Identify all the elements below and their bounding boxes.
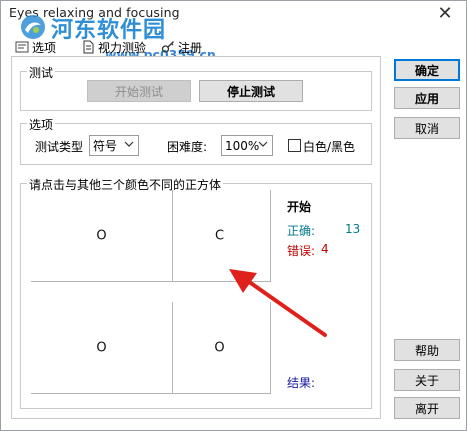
tab-vision-test[interactable]: 视力测验 [81, 38, 146, 56]
annotation-arrow-icon [229, 269, 327, 337]
tab-register[interactable]: 注册 [161, 38, 202, 56]
difficulty-value: 100% [225, 138, 260, 153]
tab-options[interactable]: 选项 [15, 38, 56, 56]
stop-test-button[interactable]: 停止测试 [199, 80, 303, 102]
document-icon [83, 40, 94, 54]
correct-label: 正确: [287, 224, 316, 238]
ok-button[interactable]: 确定 [394, 59, 460, 81]
chevron-down-icon [124, 141, 134, 147]
wrong-label: 错误: [287, 244, 316, 258]
test-type-label: 测试类型 [35, 140, 84, 154]
tab-options-label: 选项 [32, 40, 57, 55]
watermark-logo-icon [21, 15, 45, 39]
test-type-select[interactable]: 符号 [89, 135, 139, 156]
main-window: Eyes relaxing and focusing ✕ 河东软件园 www.p… [0, 0, 467, 431]
square-symbol: O [96, 340, 107, 355]
options-panel: 测试 开始测试 停止测试 选项 测试类型 符号 困难度: 100% 白色/黑色 … [11, 57, 381, 419]
exit-button[interactable]: 离开 [394, 397, 460, 419]
test-type-value: 符号 [93, 139, 118, 153]
apply-button[interactable]: 应用 [394, 87, 460, 109]
status-heading: 开始 [287, 200, 312, 214]
start-test-button[interactable]: 开始测试 [87, 80, 191, 102]
options-group: 选项 测试类型 符号 困难度: 100% 白色/黑色 [20, 116, 372, 165]
about-button[interactable]: 关于 [394, 369, 460, 391]
test-group: 测试 开始测试 停止测试 [20, 64, 372, 111]
correct-count: 13 [345, 222, 361, 236]
tab-register-label: 注册 [178, 40, 203, 55]
square-symbol: O [96, 228, 107, 243]
difficulty-label: 困难度: [167, 140, 208, 154]
test-group-label: 测试 [27, 64, 56, 81]
square-symbol: C [214, 228, 225, 243]
key-icon [161, 41, 174, 53]
settings-icon [15, 41, 29, 53]
square-bottom-left[interactable]: O [31, 302, 173, 394]
square-top-left[interactable]: O [31, 190, 173, 282]
black-white-label: 白色/黑色 [303, 140, 356, 154]
tab-vision-test-label: 视力测验 [98, 40, 147, 55]
wrong-count: 4 [321, 242, 329, 256]
black-white-checkbox[interactable] [288, 139, 301, 152]
close-button[interactable]: ✕ [434, 3, 456, 25]
cancel-button[interactable]: 取消 [394, 117, 460, 139]
chevron-down-icon [258, 141, 268, 147]
difficulty-select[interactable]: 100% [221, 135, 273, 156]
options-group-label: 选项 [27, 116, 56, 133]
help-button[interactable]: 帮助 [394, 339, 460, 361]
result-label: 结果: [287, 376, 316, 390]
